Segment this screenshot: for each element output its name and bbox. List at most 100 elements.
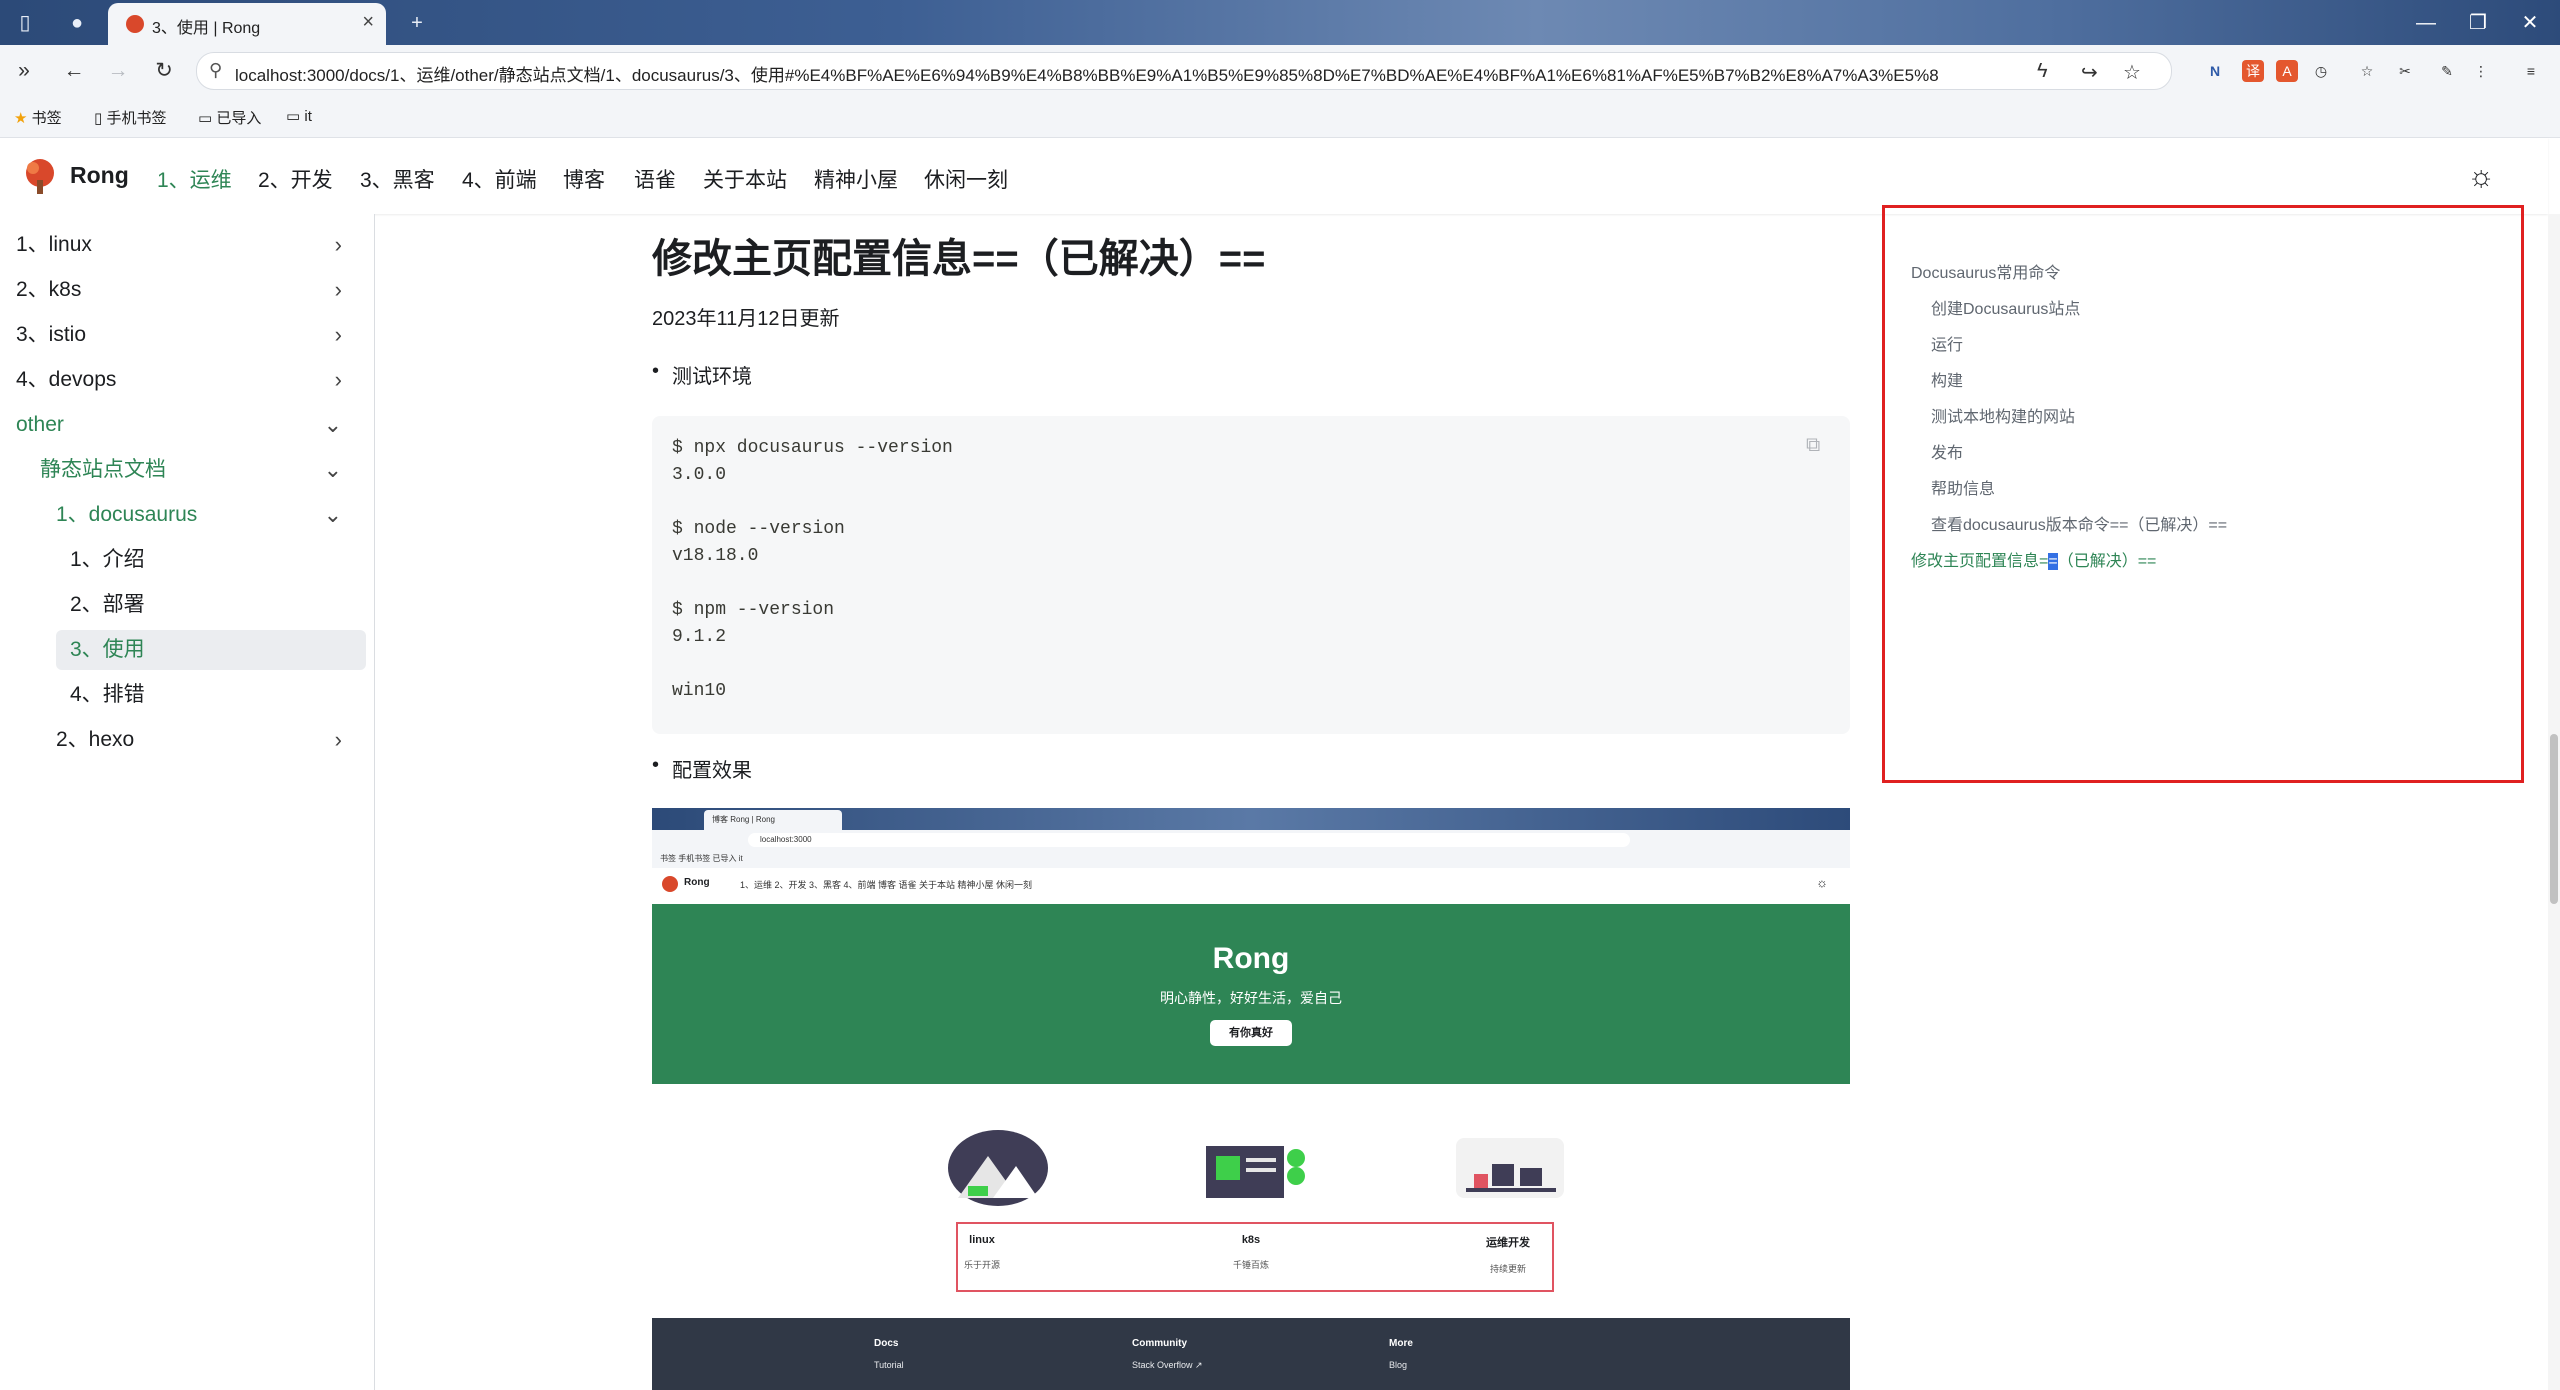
nav-link[interactable]: 精神小屋 xyxy=(814,164,898,194)
sidebar-item-k8s[interactable]: 2、k8s › xyxy=(16,270,356,310)
sidebar-item-label: 3、istio xyxy=(16,323,87,346)
nav-link[interactable]: 1、运维 xyxy=(157,164,232,194)
sidebar-item-docusaurus[interactable]: 1、docusaurus ⌄ xyxy=(56,495,356,535)
image-site-navbar: Rong 1、运维 2、开发 3、黑客 4、前端 博客 语雀 关于本站 精神小屋… xyxy=(652,868,1850,900)
toc-item[interactable]: 测试本地构建的网站 xyxy=(1931,403,2075,427)
image-feature-desc: 千锤百炼 xyxy=(1232,1260,1269,1270)
chevron-right-icon[interactable]: › xyxy=(335,270,342,310)
image-feature: linux 乐于开源 xyxy=(882,1234,1082,1271)
chevron-right-icon[interactable]: › xyxy=(335,720,342,760)
image-tab: 博客 Rong | Rong xyxy=(704,810,842,830)
browser-logo-icon[interactable]: ● xyxy=(62,8,92,38)
code-block: ⧉ $ npx docusaurus --version 3.0.0 $ nod… xyxy=(652,416,1850,734)
toc-item[interactable]: Docusaurus常用命令 xyxy=(1911,259,2060,283)
reload-icon[interactable]: ↻ xyxy=(150,57,178,85)
toc-item[interactable]: 帮助信息 xyxy=(1931,475,1995,499)
sidebar-item-label: 2、k8s xyxy=(16,278,82,301)
minimize-icon[interactable]: — xyxy=(2406,8,2446,38)
nav-link[interactable]: 休闲一刻 xyxy=(924,164,1008,194)
extension-n-icon[interactable]: N xyxy=(2204,60,2226,82)
toc-item[interactable]: 创建Docusaurus站点 xyxy=(1931,295,2080,319)
toc-item[interactable]: 查看docusaurus版本命令==（已解决）== xyxy=(1931,511,2227,535)
nav-link[interactable]: 2、开发 xyxy=(258,164,333,194)
code-line: $ node --version xyxy=(672,519,845,539)
favorites-icon[interactable]: ☆ xyxy=(2356,60,2378,82)
sidebar-item-devops[interactable]: 4、devops › xyxy=(16,360,356,400)
expand-icon[interactable]: » xyxy=(10,57,38,85)
scrollbar-thumb[interactable] xyxy=(2550,734,2558,904)
chevron-right-icon[interactable]: › xyxy=(335,225,342,265)
image-tabbar: 博客 Rong | Rong xyxy=(652,808,1850,830)
address-bar[interactable]: ⚲ localhost:3000/docs/1、运维/other/静态站点文档/… xyxy=(196,52,2172,90)
bookmark-item[interactable]: ★ 书签 xyxy=(14,107,62,128)
menu-icon[interactable]: ≡ xyxy=(2520,60,2542,82)
code-line: v18.18.0 xyxy=(672,546,759,566)
sidebar-item-other[interactable]: other ⌄ xyxy=(16,405,356,445)
browser-tab-active[interactable]: 3、使用 | Rong × xyxy=(108,3,386,45)
toc-item[interactable]: 运行 xyxy=(1931,331,1963,355)
forward-icon[interactable]: → xyxy=(104,57,132,85)
translate-icon[interactable]: 译 xyxy=(2242,60,2264,82)
site-logo-icon[interactable] xyxy=(20,156,60,196)
star-icon[interactable]: ☆ xyxy=(2123,60,2141,85)
nav-link[interactable]: 博客 xyxy=(563,164,605,194)
code-line: 9.1.2 xyxy=(672,627,727,647)
nav-link[interactable]: 3、黑客 xyxy=(360,164,435,194)
more-icon[interactable]: ⋮ xyxy=(2470,60,2492,82)
back-icon[interactable]: ← xyxy=(60,57,88,85)
lightning-icon[interactable]: ϟ xyxy=(2037,60,2048,83)
history-icon[interactable]: ◷ xyxy=(2310,60,2332,82)
image-feature-title: linux xyxy=(969,1234,995,1246)
restore-icon[interactable]: ❐ xyxy=(2458,8,2498,38)
site-brand[interactable]: Rong xyxy=(70,162,129,189)
chevron-down-icon[interactable]: ⌄ xyxy=(324,450,342,490)
server-illustration-icon xyxy=(1206,1146,1305,1198)
bookmark-item[interactable]: ▭ 已导入 xyxy=(198,107,261,128)
sidebar-item-intro[interactable]: 1、介绍 xyxy=(56,540,356,580)
sidebar-item-deploy[interactable]: 2、部署 xyxy=(56,585,356,625)
screenshot-icon[interactable]: ✂ xyxy=(2394,60,2416,82)
config-result-image: 博客 Rong | Rong localhost:3000 书签 手机书签 已导… xyxy=(652,808,1850,1390)
bookmark-item[interactable]: ▯ 手机书签 xyxy=(94,107,166,128)
bookmark-item[interactable]: ▭ it xyxy=(286,107,312,125)
new-tab-icon[interactable]: + xyxy=(402,8,432,38)
sidebar-item-static-docs[interactable]: 静态站点文档 ⌄ xyxy=(40,450,356,490)
image-feature-desc: 乐于开源 xyxy=(963,1260,1000,1270)
list-item: 测试环境 xyxy=(652,360,752,389)
page-scrollbar[interactable] xyxy=(2548,214,2560,1390)
nav-link[interactable]: 语雀 xyxy=(634,164,676,194)
doc-date: 2023年11月12日更新 xyxy=(652,308,840,330)
chevron-right-icon[interactable]: › xyxy=(335,315,342,355)
chevron-right-icon[interactable]: › xyxy=(335,360,342,400)
edit-icon[interactable]: ✎ xyxy=(2436,60,2458,82)
pdf-icon[interactable]: A xyxy=(2276,60,2298,82)
toc-item[interactable]: 构建 xyxy=(1931,367,1963,391)
image-feature: k8s 千锤百炼 xyxy=(1151,1234,1351,1271)
code-line: win10 xyxy=(672,681,727,701)
toc-item[interactable]: 发布 xyxy=(1931,439,1963,463)
close-window-icon[interactable]: ✕ xyxy=(2510,8,2550,38)
sidebar-item-troubleshoot[interactable]: 4、排错 xyxy=(56,675,356,715)
sidebar-toggle-icon[interactable]: ▯ xyxy=(10,8,40,38)
nav-link[interactable]: 关于本站 xyxy=(703,164,787,194)
desk-illustration-icon xyxy=(1456,1138,1564,1198)
sidebar-item-label: 1、docusaurus xyxy=(56,503,198,526)
nav-link[interactable]: 4、前端 xyxy=(462,164,537,194)
theme-toggle-icon[interactable]: ☼ xyxy=(2464,160,2498,194)
toc-item-active[interactable]: 修改主页配置信息==（已解决）== xyxy=(1911,547,2156,571)
code-line: $ npm --version xyxy=(672,600,835,620)
docs-sidebar: 1、linux › 2、k8s › 3、istio › 4、devops › o… xyxy=(0,214,375,1390)
image-feature-desc: 持续更新 xyxy=(1489,1264,1526,1274)
sidebar-item-label: 4、devops xyxy=(16,368,117,391)
bookmarks-bar: ★ 书签 ▯ 手机书签 ▭ 已导入 ▭ it xyxy=(0,95,2560,138)
sidebar-item-usage[interactable]: 3、使用 xyxy=(56,630,366,670)
chevron-down-icon[interactable]: ⌄ xyxy=(324,495,342,535)
copy-icon[interactable]: ⧉ xyxy=(1806,434,1826,456)
code-line: $ npx docusaurus --version xyxy=(672,438,953,458)
sidebar-item-istio[interactable]: 3、istio › xyxy=(16,315,356,355)
close-tab-icon[interactable]: × xyxy=(362,11,374,34)
share-icon[interactable]: ↪ xyxy=(2081,60,2098,85)
sidebar-item-hexo[interactable]: 2、hexo › xyxy=(56,720,356,760)
chevron-down-icon[interactable]: ⌄ xyxy=(324,405,342,445)
sidebar-item-linux[interactable]: 1、linux › xyxy=(16,225,356,265)
